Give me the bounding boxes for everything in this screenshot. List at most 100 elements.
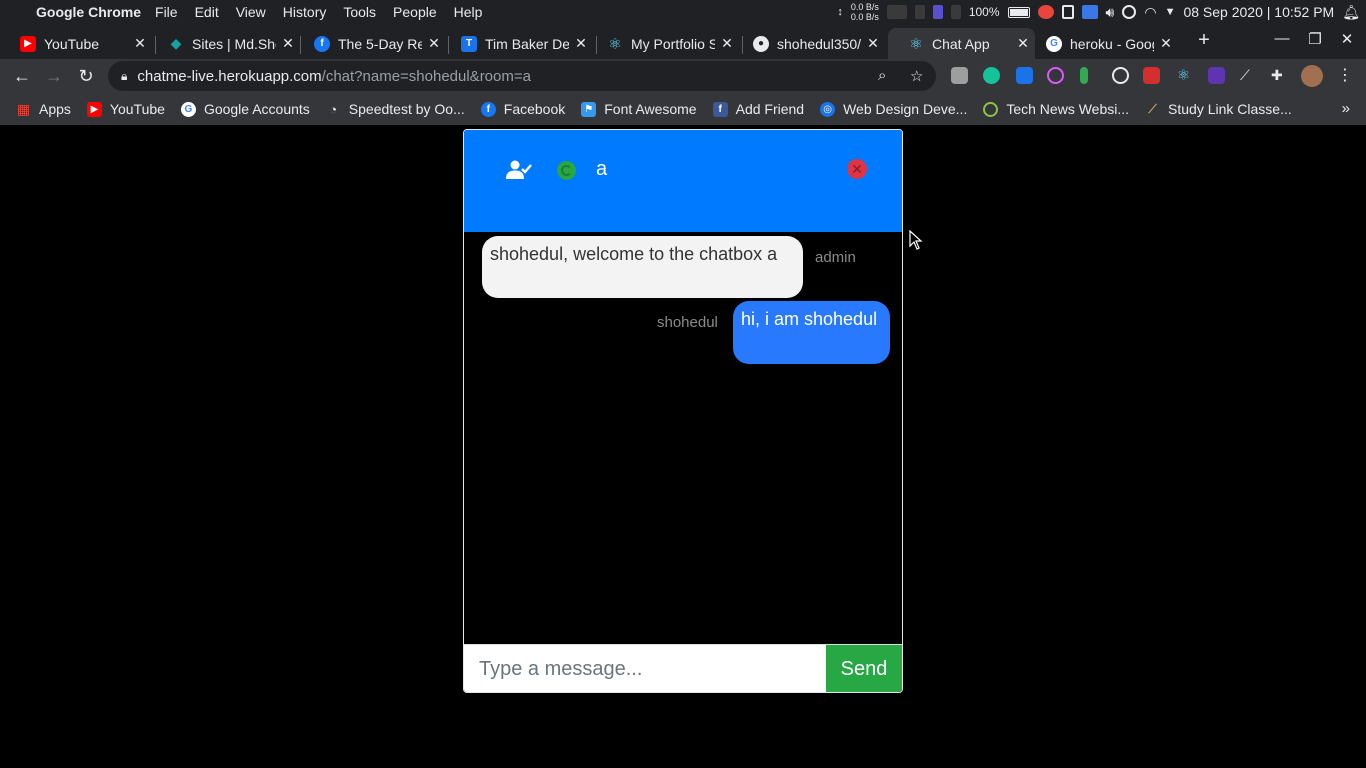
bookmark-label: Speedtest by Oo... xyxy=(348,101,465,117)
bookmark-label: Facebook xyxy=(503,101,566,117)
volume-icon[interactable]: 🔊︎ xyxy=(1106,4,1115,21)
reload-button[interactable]: ↻ xyxy=(75,65,97,87)
tab-my-portfolio[interactable]: ⚛ My Portfolio Site ✕ xyxy=(587,28,739,59)
extension-color-icon[interactable] xyxy=(1047,67,1064,84)
restore-button[interactable]: ❐ xyxy=(1305,30,1325,48)
disk-monitor-icon[interactable] xyxy=(950,5,961,19)
bookmark-study-link[interactable]: ⟋ Study Link Classe... xyxy=(1145,101,1292,117)
google-icon: G xyxy=(1046,35,1062,52)
bookmark-facebook[interactable]: f Facebook xyxy=(480,101,566,117)
bookmark-youtube[interactable]: ▶ YouTube xyxy=(86,101,165,117)
battery-icon[interactable] xyxy=(1007,6,1030,18)
menu-view[interactable]: View xyxy=(236,4,266,20)
mascot-icon[interactable] xyxy=(1122,5,1137,19)
react-devtools-icon[interactable]: ⚛ xyxy=(1175,67,1192,84)
menu-file[interactable]: File xyxy=(155,4,178,20)
tab-title: My Portfolio Site xyxy=(631,35,715,52)
address-bar[interactable]: 🔒︎ chatme-live.herokuapp.com /chat?name=… xyxy=(108,61,936,91)
clipboard-icon[interactable] xyxy=(1061,5,1074,19)
bookmark-tech-news[interactable]: Tech News Websi... xyxy=(983,101,1129,117)
own-sender-name: shohedul xyxy=(657,314,718,331)
gpu-monitor-icon[interactable] xyxy=(932,5,943,19)
bookmark-web-design[interactable]: ◎ Web Design Deve... xyxy=(820,101,967,117)
close-icon[interactable]: ✕ xyxy=(861,35,885,52)
extension-ghost-icon[interactable] xyxy=(951,67,968,84)
tab-sites[interactable]: ◆ Sites | Md.Shohedul ✕ xyxy=(148,28,300,59)
extension-download-icon[interactable] xyxy=(1080,67,1088,84)
menu-people[interactable]: People xyxy=(393,4,437,20)
menu-help[interactable]: Help xyxy=(454,4,483,20)
message-list: shohedul, welcome to the chatbox a admin… xyxy=(464,232,902,644)
cpu-monitor-icon[interactable] xyxy=(886,5,907,19)
chat-header: a ✕ xyxy=(464,130,902,232)
avatar[interactable] xyxy=(1301,65,1323,87)
grammarly-icon[interactable] xyxy=(983,67,1000,84)
tab-title: heroku - Google Search xyxy=(1070,35,1154,52)
back-button[interactable]: ← xyxy=(11,65,33,87)
send-button[interactable]: Send xyxy=(826,645,902,692)
app-name[interactable]: Google Chrome xyxy=(36,4,141,20)
menu-edit[interactable]: Edit xyxy=(195,4,219,20)
bookmark-label: Study Link Classe... xyxy=(1168,101,1292,117)
extensions-puzzle-icon[interactable]: ✚ xyxy=(1271,67,1288,84)
speedtest-icon: ◔ xyxy=(329,101,338,117)
bookmark-apps[interactable]: ▦ Apps xyxy=(16,100,71,118)
sites-icon: ◆ xyxy=(170,35,182,51)
tab-github[interactable]: ● shohedul350/chat-app ✕ xyxy=(733,28,885,59)
notification-bell-icon[interactable]: 🔔︎ xyxy=(1342,4,1360,21)
chrome-icon[interactable] xyxy=(1037,5,1054,19)
tab-heroku-search[interactable]: G heroku - Google Search ✕ xyxy=(1026,28,1178,59)
flag-icon[interactable] xyxy=(1081,5,1098,19)
youtube-icon: ▶ xyxy=(86,101,102,117)
bookmark-add-friend[interactable]: f Add Friend xyxy=(712,101,804,117)
facebook-icon: f xyxy=(712,101,728,117)
bookmark-speedtest[interactable]: ◔ Speedtest by Oo... xyxy=(326,101,465,117)
tab-tim-baker[interactable]: T Tim Baker Dev ✕ xyxy=(441,28,593,59)
web-design-icon: ◎ xyxy=(820,101,836,117)
url-path: /chat?name=shohedul&room=a xyxy=(321,67,531,85)
bookmark-google-accounts[interactable]: G Google Accounts xyxy=(180,101,310,117)
menu-history[interactable]: History xyxy=(283,4,327,20)
new-tab-button[interactable]: + xyxy=(1194,30,1214,50)
datetime[interactable]: 08 Sep 2020 | 10:52 PM xyxy=(1183,4,1334,20)
bookmark-font-awesome[interactable]: ⚑ Font Awesome xyxy=(581,101,697,117)
bookmark-label: Apps xyxy=(39,101,71,117)
tab-strip: ▶ YouTube ✕ ◆ Sites | Md.Shohedul ✕ f Th… xyxy=(0,24,1366,59)
extension-target-icon[interactable] xyxy=(1112,67,1129,84)
tab-title: Sites | Md.Shohedul xyxy=(192,35,276,52)
chrome-menu-button[interactable]: ⋮ xyxy=(1334,65,1356,87)
chat-window: a ✕ shohedul, welcome to the chatbox a a… xyxy=(463,129,903,693)
facebook-icon: f xyxy=(480,101,496,117)
memory-monitor-icon[interactable] xyxy=(914,5,925,19)
tab-youtube[interactable]: ▶ YouTube ✕ xyxy=(0,28,152,59)
zoom-icon[interactable]: ⌕ xyxy=(878,67,886,84)
dropdown-triangle-icon[interactable]: ▼ xyxy=(1165,6,1176,18)
apps-icon: ▦ xyxy=(16,100,31,117)
window-close-button[interactable]: ✕ xyxy=(1337,30,1357,48)
minimize-button[interactable]: — xyxy=(1272,30,1292,47)
menu-tools[interactable]: Tools xyxy=(343,4,376,20)
forward-button[interactable]: → xyxy=(43,65,65,87)
tab-chat-app[interactable]: ⚛ Chat App ✕ xyxy=(888,28,1035,59)
browser-toolbar: ← → ↻ 🔒︎ chatme-live.herokuapp.com /chat… xyxy=(0,59,1366,93)
extension-screen-icon[interactable] xyxy=(1016,67,1033,84)
bookmarks-overflow-icon[interactable]: » xyxy=(1342,93,1350,125)
bookmark-label: Tech News Websi... xyxy=(1006,101,1130,117)
message-input[interactable] xyxy=(464,645,826,692)
bookmark-label: Web Design Deve... xyxy=(843,101,968,117)
github-icon: ● xyxy=(753,35,769,52)
tab-5-day-react[interactable]: f The 5-Day React Challenge ✕ xyxy=(294,28,446,59)
extension-eyedropper-icon[interactable]: ⟋ xyxy=(1240,67,1257,84)
extension-badge-icon[interactable] xyxy=(1208,67,1225,84)
user-check-icon[interactable] xyxy=(506,160,532,180)
lock-icon[interactable]: 🔒︎ xyxy=(121,69,127,84)
own-message-bubble: hi, i am shohedul xyxy=(733,301,890,364)
bookmark-star-icon[interactable]: ☆ xyxy=(910,67,923,85)
admin-sender-name: admin xyxy=(815,249,856,266)
close-chat-icon[interactable]: ✕ xyxy=(847,159,867,179)
extension-lastpass-icon[interactable] xyxy=(1143,67,1160,84)
wifi-icon[interactable]: ◠ xyxy=(1144,4,1156,21)
close-icon[interactable]: ✕ xyxy=(1154,35,1178,52)
battery-percent: 100% xyxy=(968,5,1000,19)
mouse-cursor-icon xyxy=(909,230,923,250)
